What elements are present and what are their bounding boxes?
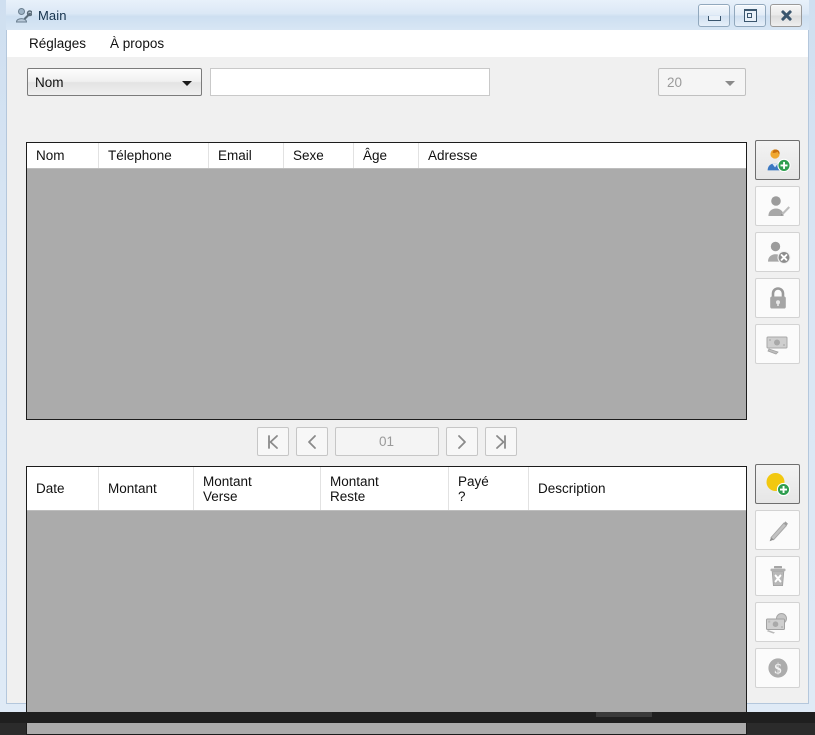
column-header-description[interactable]: Description <box>529 467 746 510</box>
user-add-icon <box>765 147 791 173</box>
chevron-down-icon <box>182 81 192 86</box>
search-toolbar: Nom 20 <box>7 63 808 101</box>
search-field-value: Nom <box>35 75 64 90</box>
rows-per-page-select[interactable]: 20 <box>658 68 746 96</box>
close-button[interactable] <box>770 4 802 27</box>
column-header-nom[interactable]: Nom <box>27 143 99 168</box>
lock-icon <box>766 285 790 311</box>
dollar-payment-button[interactable]: $ <box>755 648 800 688</box>
next-page-button[interactable] <box>446 427 478 456</box>
column-header-montant-verse[interactable]: Montant Verse <box>194 467 321 510</box>
pagination-controls: 01 <box>7 427 766 456</box>
rows-per-page-value: 20 <box>667 75 682 90</box>
minimize-button[interactable] <box>698 4 730 27</box>
close-icon <box>780 9 793 22</box>
payments-action-toolbar: $ <box>755 464 800 694</box>
chevron-down-icon <box>725 81 735 86</box>
taskbar-notch <box>596 712 652 717</box>
user-edit-icon <box>765 193 791 219</box>
chevron-right-icon <box>455 434 469 450</box>
column-header-telephone[interactable]: Télephone <box>99 143 209 168</box>
trash-icon <box>766 563 790 589</box>
client-area: Réglages À propos Nom 20 Nom Télephone E… <box>6 30 809 704</box>
maximize-button[interactable] <box>734 4 766 27</box>
print-money-button[interactable] <box>755 324 800 364</box>
menu-item-a-propos[interactable]: À propos <box>101 33 173 54</box>
chevron-left-icon <box>305 434 319 450</box>
add-payment-button[interactable] <box>755 464 800 504</box>
column-header-adresse[interactable]: Adresse <box>419 143 746 168</box>
add-person-button[interactable] <box>755 140 800 180</box>
banknote-icon <box>764 332 792 356</box>
last-page-button[interactable] <box>485 427 517 456</box>
maximize-icon <box>744 9 757 22</box>
column-header-sexe[interactable]: Sexe <box>284 143 354 168</box>
first-page-button[interactable] <box>257 427 289 456</box>
coin-add-icon <box>764 471 792 497</box>
column-header-email[interactable]: Email <box>209 143 284 168</box>
delete-payment-button[interactable] <box>755 556 800 596</box>
column-header-date[interactable]: Date <box>27 467 99 510</box>
pencil-icon <box>765 517 791 543</box>
persons-table: Nom Télephone Email Sexe Âge Adresse <box>26 142 747 420</box>
payments-table: Date Montant Montant Verse Montant Reste… <box>26 466 747 735</box>
dollar-coin-icon: $ <box>765 655 791 681</box>
search-field-select[interactable]: Nom <box>27 68 202 96</box>
payments-table-body[interactable] <box>27 511 746 734</box>
taskbar-strip <box>0 712 815 723</box>
column-header-montant-reste[interactable]: Montant Reste <box>321 467 449 510</box>
menu-bar: Réglages À propos <box>7 30 808 58</box>
search-input[interactable] <box>210 68 490 96</box>
column-header-age[interactable]: Âge <box>354 143 419 168</box>
svg-text:$: $ <box>774 661 781 677</box>
edit-person-button[interactable] <box>755 186 800 226</box>
column-header-montant[interactable]: Montant <box>99 467 194 510</box>
column-header-paye[interactable]: Payé ? <box>449 467 529 510</box>
first-page-icon <box>266 434 280 450</box>
edit-payment-button[interactable] <box>755 510 800 550</box>
user-delete-icon <box>765 239 791 265</box>
user-settings-icon <box>15 7 32 24</box>
persons-action-toolbar <box>755 140 800 370</box>
delete-person-button[interactable] <box>755 232 800 272</box>
payments-table-header: Date Montant Montant Verse Montant Reste… <box>27 467 746 511</box>
banknote-coin-icon <box>764 610 792 634</box>
application-window: Main Réglages À propos Nom <box>0 0 815 712</box>
window-controls <box>698 4 802 27</box>
previous-page-button[interactable] <box>296 427 328 456</box>
persons-table-header: Nom Télephone Email Sexe Âge Adresse <box>27 143 746 169</box>
persons-table-body[interactable] <box>27 169 746 419</box>
window-title: Main <box>38 8 67 23</box>
cash-payment-button[interactable] <box>755 602 800 642</box>
last-page-icon <box>494 434 508 450</box>
menu-item-reglages[interactable]: Réglages <box>20 33 95 54</box>
minimize-icon <box>708 16 721 21</box>
lock-person-button[interactable] <box>755 278 800 318</box>
title-bar: Main <box>6 0 809 30</box>
page-number-field[interactable]: 01 <box>335 427 439 456</box>
